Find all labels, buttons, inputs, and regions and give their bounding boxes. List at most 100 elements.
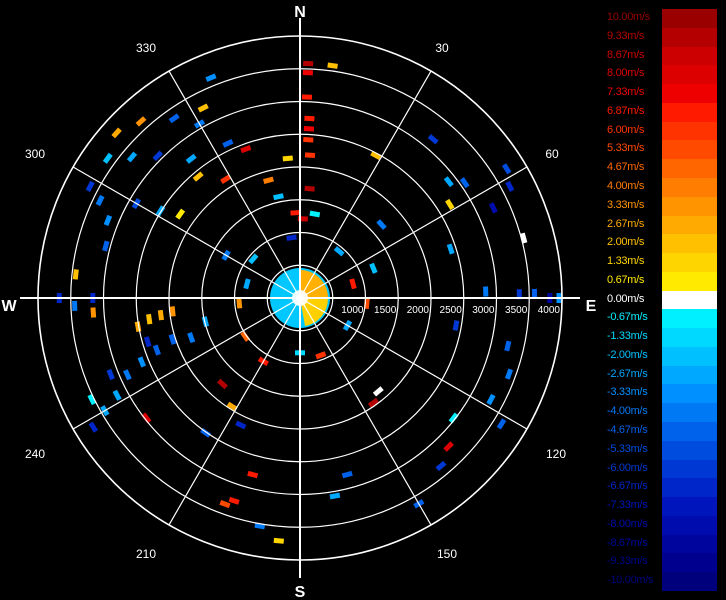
colorbar-swatch	[662, 102, 717, 122]
range-gate	[327, 62, 338, 69]
range-gate	[445, 198, 455, 210]
azimuth-spoke	[168, 70, 301, 299]
range-gate	[303, 60, 314, 67]
range-gate	[168, 113, 180, 124]
colorbar-swatch	[662, 177, 717, 197]
colorbar-swatch	[662, 384, 717, 404]
range-gate	[205, 73, 217, 82]
colorbar-label: -6.00m/s	[607, 461, 648, 474]
azimuth-spoke	[299, 297, 432, 526]
range-gate	[302, 70, 313, 76]
colorbar-swatch	[662, 534, 717, 554]
colorbar-label: 8.00m/s	[607, 67, 645, 80]
colorbar-entry: -6.67m/s	[607, 478, 717, 498]
range-gate	[247, 470, 259, 479]
colorbar-entry: 6.87m/s	[607, 102, 717, 122]
colorbar-swatch	[662, 572, 717, 591]
range-gate	[443, 441, 454, 452]
colorbar-swatch	[662, 9, 717, 28]
range-gate	[309, 210, 321, 218]
colorbar-entry: 0.67m/s	[607, 271, 717, 291]
range-gate	[112, 389, 122, 401]
colorbar-entry: -2.00m/s	[607, 346, 717, 366]
range-gate	[235, 420, 247, 430]
compass-west: W	[1, 298, 17, 315]
colorbar-entry: 4.67m/s	[607, 159, 717, 178]
azimuth-label-240: 240	[25, 447, 45, 461]
range-gate	[303, 126, 315, 132]
colorbar-swatch	[662, 140, 717, 160]
colorbar-entry: 5.33m/s	[607, 140, 717, 160]
range-gate	[504, 368, 514, 380]
range-gate	[72, 269, 79, 280]
colorbar-label: 10.00m/s	[607, 11, 650, 23]
range-gate	[187, 332, 196, 344]
range-gate	[263, 176, 274, 185]
colorbar-entry: -8.67m/s	[607, 534, 717, 554]
range-gate	[273, 193, 284, 201]
colorbar-swatch	[662, 46, 717, 66]
range-gate	[123, 369, 132, 381]
range-tick-labels: 1000 1500 2000 2500 3000 3500 4000	[341, 305, 560, 316]
range-gate	[185, 153, 197, 164]
colorbar-label: 9.33m/s	[607, 29, 645, 42]
colorbar-label: 4.67m/s	[607, 161, 645, 174]
azimuth-spoke	[299, 166, 528, 299]
azimuth-label-120: 120	[546, 447, 566, 461]
colorbar-swatch	[662, 196, 717, 216]
range-gate	[111, 127, 122, 139]
range-gate	[240, 330, 251, 342]
range-gate	[222, 139, 234, 148]
colorbar-label: -7.33m/s	[607, 499, 648, 512]
colorbar-entry: 7.33m/s	[607, 84, 717, 103]
compass-north: N	[294, 4, 306, 21]
range-gate	[141, 412, 152, 424]
azimuth-label-150: 150	[437, 547, 457, 561]
colorbar-swatch	[662, 497, 717, 516]
colorbar-swatch	[662, 159, 717, 178]
range-gate	[137, 356, 146, 368]
colorbar-swatch	[662, 27, 717, 47]
polar-grid	[20, 18, 580, 578]
colorbar-label: 3.33m/s	[607, 198, 645, 211]
range-gate	[349, 278, 357, 290]
range-gate	[304, 185, 315, 192]
colorbar-entry: 2.00m/s	[607, 234, 717, 254]
range-gate	[372, 386, 384, 397]
colorbar-label: -3.33m/s	[607, 386, 648, 399]
colorbar-swatch	[662, 515, 717, 535]
range-gate	[301, 94, 313, 100]
colorbar-entry: 4.00m/s	[607, 177, 717, 197]
colorbar-label: 6.00m/s	[607, 123, 645, 136]
range-gate	[504, 340, 512, 352]
colorbar-swatch	[662, 422, 717, 441]
colorbar-swatch	[662, 215, 717, 235]
colorbar-entry: -4.00m/s	[607, 403, 717, 423]
azimuth-label-330: 330	[136, 41, 156, 55]
colorbar-label: -4.00m/s	[607, 405, 648, 418]
colorbar-entry: -9.33m/s	[607, 553, 717, 573]
colorbar-label: -5.33m/s	[607, 442, 648, 455]
range-tick-label: 2500	[440, 305, 463, 316]
velocity-colorbar: 10.00m/s 9.33m/s 8.67m/s 8.00m/s 7.33m/s 6.87…	[607, 9, 717, 591]
colorbar-label: -8.67m/s	[607, 536, 648, 549]
colorbar-swatch	[662, 478, 717, 498]
colorbar-label: 7.33m/s	[607, 86, 645, 99]
range-gate	[243, 278, 251, 290]
range-gate	[85, 180, 95, 192]
range-gate	[103, 214, 113, 226]
azimuth-label-30: 30	[435, 41, 449, 55]
colorbar-entry: -0.67m/s	[607, 309, 717, 329]
range-gate	[483, 286, 489, 297]
range-tick-label: 3500	[505, 305, 528, 316]
range-tick-label: 1500	[374, 305, 397, 316]
colorbar-entry: 6.00m/s	[607, 121, 717, 141]
azimuth-spoke	[72, 166, 301, 299]
colorbar-label: -10.00m/s	[607, 574, 654, 587]
colorbar-entry: -2.67m/s	[607, 365, 717, 385]
range-gate	[376, 219, 387, 230]
azimuth-spoke	[299, 70, 432, 299]
colorbar-swatch	[662, 403, 717, 423]
colorbar-entry: 3.33m/s	[607, 196, 717, 216]
range-gate	[304, 115, 315, 122]
